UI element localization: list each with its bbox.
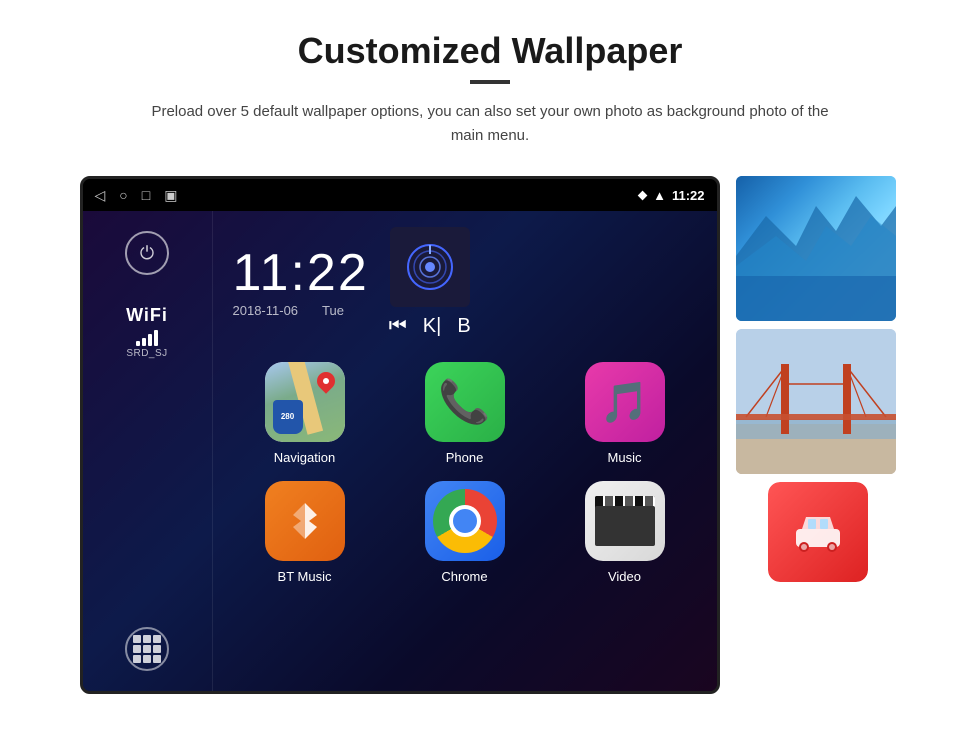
- screen-body: ⏻ WiFi SRD_SJ: [83, 211, 717, 691]
- music-app-icon: 🎵: [585, 362, 665, 442]
- car-icon: [788, 507, 848, 557]
- chrome-ring-inner: [449, 505, 481, 537]
- power-button[interactable]: ⏻: [125, 231, 169, 275]
- location-icon: ⬥: [638, 187, 647, 203]
- wallpaper-thumb-bridge[interactable]: [736, 329, 896, 474]
- apps-grid-button[interactable]: [125, 627, 169, 671]
- wallpaper-thumb-ice[interactable]: [736, 176, 896, 321]
- phone-icon: 📞: [438, 378, 490, 427]
- apps-grid-icon: [133, 635, 161, 663]
- wifi-bars: [136, 330, 158, 346]
- power-icon: ⏻: [140, 243, 154, 264]
- app-item-phone[interactable]: 📞 Phone: [393, 362, 537, 465]
- wifi-ssid: SRD_SJ: [126, 348, 167, 359]
- screenshot-nav-icon[interactable]: ▣: [164, 187, 177, 204]
- carsetting-item[interactable]: CarSetting: [736, 482, 901, 602]
- media-letter-k: K|: [423, 315, 442, 338]
- carsetting-label: CarSetting: [790, 588, 847, 602]
- app-item-video[interactable]: Video: [553, 481, 697, 584]
- chrome-app-label: Chrome: [441, 569, 487, 584]
- wifi-label: WiFi: [126, 305, 168, 326]
- home-nav-icon[interactable]: ○: [119, 187, 127, 203]
- app-item-navigation[interactable]: 280 Navigation: [233, 362, 377, 465]
- clock-area: 11:22 2018-11-06 Tue: [233, 227, 697, 338]
- media-letter-b: B: [457, 315, 470, 338]
- clock-time: 11:22: [233, 247, 369, 299]
- content-wrapper: ◁ ○ □ ▣ ⬥ ▲ 11:22 ⏻ WiFi: [40, 176, 940, 694]
- video-app-label: Video: [608, 569, 641, 584]
- video-app-icon: [585, 481, 665, 561]
- status-bar-left: ◁ ○ □ ▣: [95, 187, 178, 204]
- media-prev-icon[interactable]: ⏮: [389, 315, 407, 338]
- chrome-ring-outer: [433, 489, 497, 553]
- main-content: 11:22 2018-11-06 Tue: [213, 211, 717, 691]
- bt-music-app-label: BT Music: [278, 569, 332, 584]
- wallpaper-panel: CarSetting: [736, 176, 901, 602]
- phone-app-label: Phone: [446, 450, 484, 465]
- chrome-app-icon: [425, 481, 505, 561]
- navigation-app-icon: 280: [265, 362, 345, 442]
- bluetooth-icon: [283, 499, 327, 543]
- app-item-bt-music[interactable]: BT Music: [233, 481, 377, 584]
- clock-date-row: 2018-11-06 Tue: [233, 303, 344, 318]
- page-title: Customized Wallpaper: [298, 30, 683, 72]
- wifi-icon: ▲: [653, 188, 666, 203]
- sidebar: ⏻ WiFi SRD_SJ: [83, 211, 213, 691]
- music-icon: 🎵: [600, 379, 650, 426]
- media-radio-icon: [405, 242, 455, 292]
- music-app-label: Music: [608, 450, 642, 465]
- app-item-chrome[interactable]: Chrome: [393, 481, 537, 584]
- wifi-bar-2: [142, 338, 146, 346]
- wifi-bar-3: [148, 334, 152, 346]
- ice-svg: [736, 176, 896, 321]
- ice-bg: [736, 176, 896, 321]
- phone-app-icon: 📞: [425, 362, 505, 442]
- bridge-bg: [736, 329, 896, 474]
- clock-date: 2018-11-06: [233, 303, 299, 318]
- bt-music-app-icon: [265, 481, 345, 561]
- recents-nav-icon[interactable]: □: [142, 187, 150, 203]
- media-icon-box[interactable]: [390, 227, 470, 307]
- status-time: 11:22: [672, 188, 705, 203]
- media-widget: ⏮ K| B: [389, 227, 471, 338]
- status-bar-right: ⬥ ▲ 11:22: [638, 187, 705, 203]
- media-controls: ⏮ K| B: [389, 315, 471, 338]
- device-mockup: ◁ ○ □ ▣ ⬥ ▲ 11:22 ⏻ WiFi: [80, 176, 720, 694]
- carsetting-bg: [768, 482, 868, 582]
- clock-display: 11:22 2018-11-06 Tue: [233, 247, 369, 318]
- back-nav-icon[interactable]: ◁: [95, 187, 106, 204]
- page-subtitle: Preload over 5 default wallpaper options…: [140, 100, 840, 148]
- wifi-bar-4: [154, 330, 158, 346]
- wifi-bar-1: [136, 341, 140, 346]
- bridge-svg: [736, 329, 896, 474]
- title-divider: [470, 80, 510, 84]
- nav-shield-number: 280: [281, 413, 294, 421]
- clock-day: Tue: [322, 303, 344, 318]
- carsetting-icon-box: [768, 482, 868, 582]
- app-item-music[interactable]: 🎵 Music: [553, 362, 697, 465]
- wifi-widget[interactable]: WiFi SRD_SJ: [126, 305, 168, 359]
- navigation-app-label: Navigation: [274, 450, 335, 465]
- clapperboard-icon: [595, 496, 655, 546]
- app-grid: 280 Navigation: [233, 362, 697, 584]
- status-bar: ◁ ○ □ ▣ ⬥ ▲ 11:22: [83, 179, 717, 211]
